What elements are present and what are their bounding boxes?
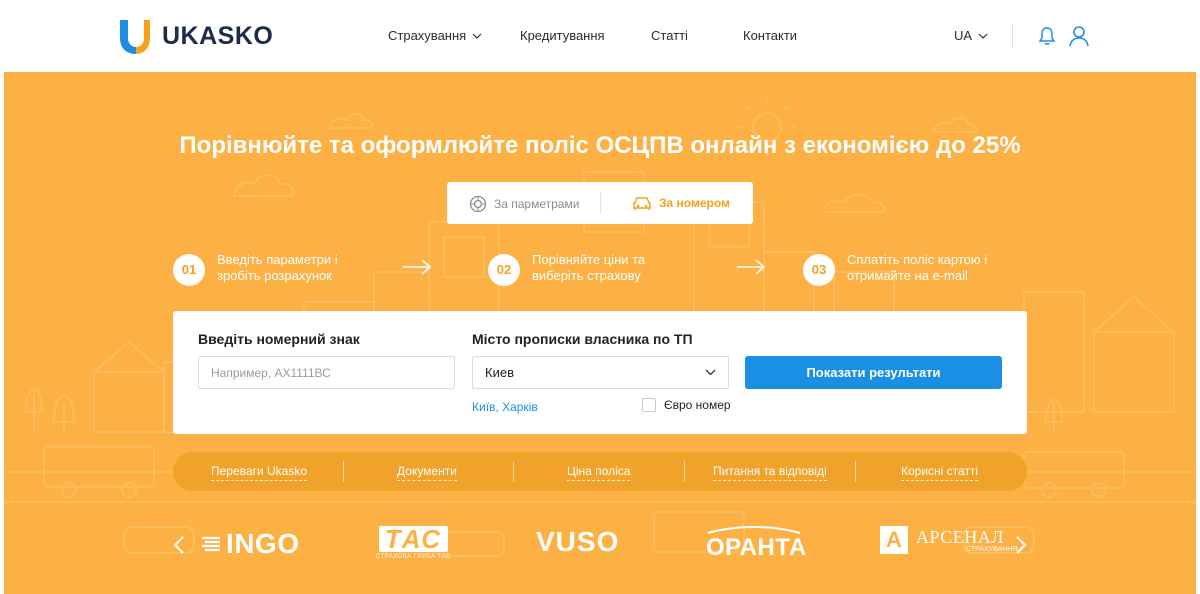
step-number: 01 bbox=[173, 254, 205, 286]
header-divider bbox=[1012, 24, 1013, 48]
plate-number-input[interactable] bbox=[198, 356, 455, 389]
partner-tas-subtext: СТРАХОВА ГРУПА ТАС bbox=[376, 554, 451, 560]
nav-insurance[interactable]: Страхування bbox=[388, 28, 482, 43]
tire-icon bbox=[469, 195, 487, 213]
car-icon bbox=[633, 197, 651, 210]
euro-number-checkbox[interactable] bbox=[642, 398, 656, 412]
tab-by-number-label: За номером bbox=[659, 196, 730, 210]
step-number: 03 bbox=[803, 254, 835, 286]
language-selector[interactable]: UA bbox=[954, 28, 988, 43]
logo[interactable]: UKASKO bbox=[114, 16, 273, 56]
bell-icon[interactable] bbox=[1038, 26, 1056, 46]
partner-ingo-logo: INGO bbox=[200, 528, 300, 560]
nav-articles-label: Статті bbox=[651, 28, 688, 43]
search-form-card: Введіть номерний знак Місто прописки вла… bbox=[173, 311, 1027, 434]
tab-by-params-label: За парметрами bbox=[494, 197, 580, 211]
partners-carousel: INGO ТАС СТРАХОВА ГРУПА ТАС VUSO ОРАНТА … bbox=[4, 520, 1196, 570]
partner-arsenal-logo: A АРСЕНАЛ СТРАХУВАННЯ bbox=[880, 526, 1017, 554]
city-select[interactable]: Киев bbox=[472, 356, 729, 389]
step-text: Сплатіть поліс картою і отримайте на e-m… bbox=[847, 252, 988, 283]
step-text: Введіть параметри і зробіть розрахунок bbox=[217, 252, 338, 283]
partner-tas-text: ТАС bbox=[378, 526, 449, 552]
nav-insurance-label: Страхування bbox=[388, 28, 467, 43]
city-hints-link[interactable]: Київ, Харків bbox=[472, 400, 538, 414]
link-faq[interactable]: Питання та відповіді bbox=[713, 464, 827, 481]
link-useful-articles[interactable]: Корисні статті bbox=[901, 464, 979, 481]
chevron-down-icon bbox=[705, 369, 716, 376]
nav-contacts-label: Контакти bbox=[743, 28, 798, 43]
show-results-button[interactable]: Показати результати bbox=[745, 356, 1002, 389]
plate-label: Введіть номерний знак bbox=[198, 331, 360, 347]
info-links-bar: Переваги Ukasko Документи Ціна поліса Пи… bbox=[173, 452, 1027, 491]
step-3: 03 Сплатіть поліс картою і отримайте на … bbox=[803, 252, 997, 286]
tab-by-params[interactable]: За парметрами bbox=[469, 195, 579, 213]
partner-oranta-text: ОРАНТА bbox=[706, 534, 807, 561]
tab-by-number[interactable]: За номером bbox=[632, 195, 730, 211]
step-1: 01 Введіть параметри і зробіть розрахуно… bbox=[173, 252, 367, 286]
tab-divider bbox=[600, 192, 601, 214]
arsenal-mark-icon: A bbox=[880, 526, 908, 554]
partner-arsenal-subtext: СТРАХУВАННЯ bbox=[966, 545, 1018, 553]
search-mode-tabs: За парметрами За номером bbox=[447, 182, 753, 224]
link-divider bbox=[855, 461, 856, 482]
link-documents[interactable]: Документи bbox=[397, 464, 457, 481]
euro-number-option[interactable]: Євро номер bbox=[642, 398, 731, 412]
brand-name: UKASKO bbox=[162, 21, 274, 50]
chevron-right-icon[interactable] bbox=[1014, 536, 1028, 554]
ukasko-logo-icon bbox=[120, 20, 150, 54]
chevron-left-icon[interactable] bbox=[172, 536, 186, 554]
ingo-mark-icon bbox=[202, 536, 220, 552]
oranta-arc-icon bbox=[707, 526, 801, 534]
nav-credit[interactable]: Кредитування bbox=[520, 28, 605, 43]
partner-tas-logo: ТАС СТРАХОВА ГРУПА ТАС bbox=[376, 526, 451, 560]
nav-articles[interactable]: Статті bbox=[651, 28, 688, 43]
chevron-down-icon bbox=[978, 33, 988, 39]
partner-vuso-logo: VUSO bbox=[536, 526, 619, 558]
partner-ingo-text: INGO bbox=[226, 528, 300, 559]
link-advantages[interactable]: Переваги Ukasko bbox=[211, 464, 307, 481]
chevron-down-icon bbox=[472, 33, 482, 39]
step-number: 02 bbox=[488, 254, 520, 286]
city-label: Місто прописки власника по ТП bbox=[472, 331, 693, 347]
partner-oranta-logo: ОРАНТА bbox=[706, 526, 807, 562]
site-header: UKASKO Страхування Кредитування Статті К… bbox=[4, 0, 1196, 72]
link-divider bbox=[343, 461, 344, 482]
link-divider bbox=[684, 461, 685, 482]
hero-title: Порівнюйте та оформлюйте поліс ОСЦПВ онл… bbox=[179, 132, 1021, 159]
euro-number-label: Євро номер bbox=[664, 398, 731, 412]
link-divider bbox=[513, 461, 514, 482]
arrow-right-icon bbox=[737, 259, 766, 275]
partner-arsenal-text: АРСЕНАЛ bbox=[916, 526, 1004, 547]
arrow-right-icon bbox=[403, 259, 432, 275]
step-text: Порівняйте ціни та виберіть страхову bbox=[532, 252, 646, 283]
city-select-value: Киев bbox=[485, 365, 514, 380]
partner-vuso-text: VUSO bbox=[536, 526, 620, 557]
link-price[interactable]: Ціна поліса bbox=[567, 464, 631, 481]
nav-credit-label: Кредитування bbox=[520, 28, 605, 43]
language-value: UA bbox=[954, 28, 973, 43]
nav-contacts[interactable]: Контакти bbox=[743, 28, 797, 43]
hero-section: Порівнюйте та оформлюйте поліс ОСЦПВ онл… bbox=[4, 72, 1196, 594]
step-2: 02 Порівняйте ціни та виберіть страхову bbox=[488, 252, 682, 286]
user-icon[interactable] bbox=[1068, 25, 1090, 47]
